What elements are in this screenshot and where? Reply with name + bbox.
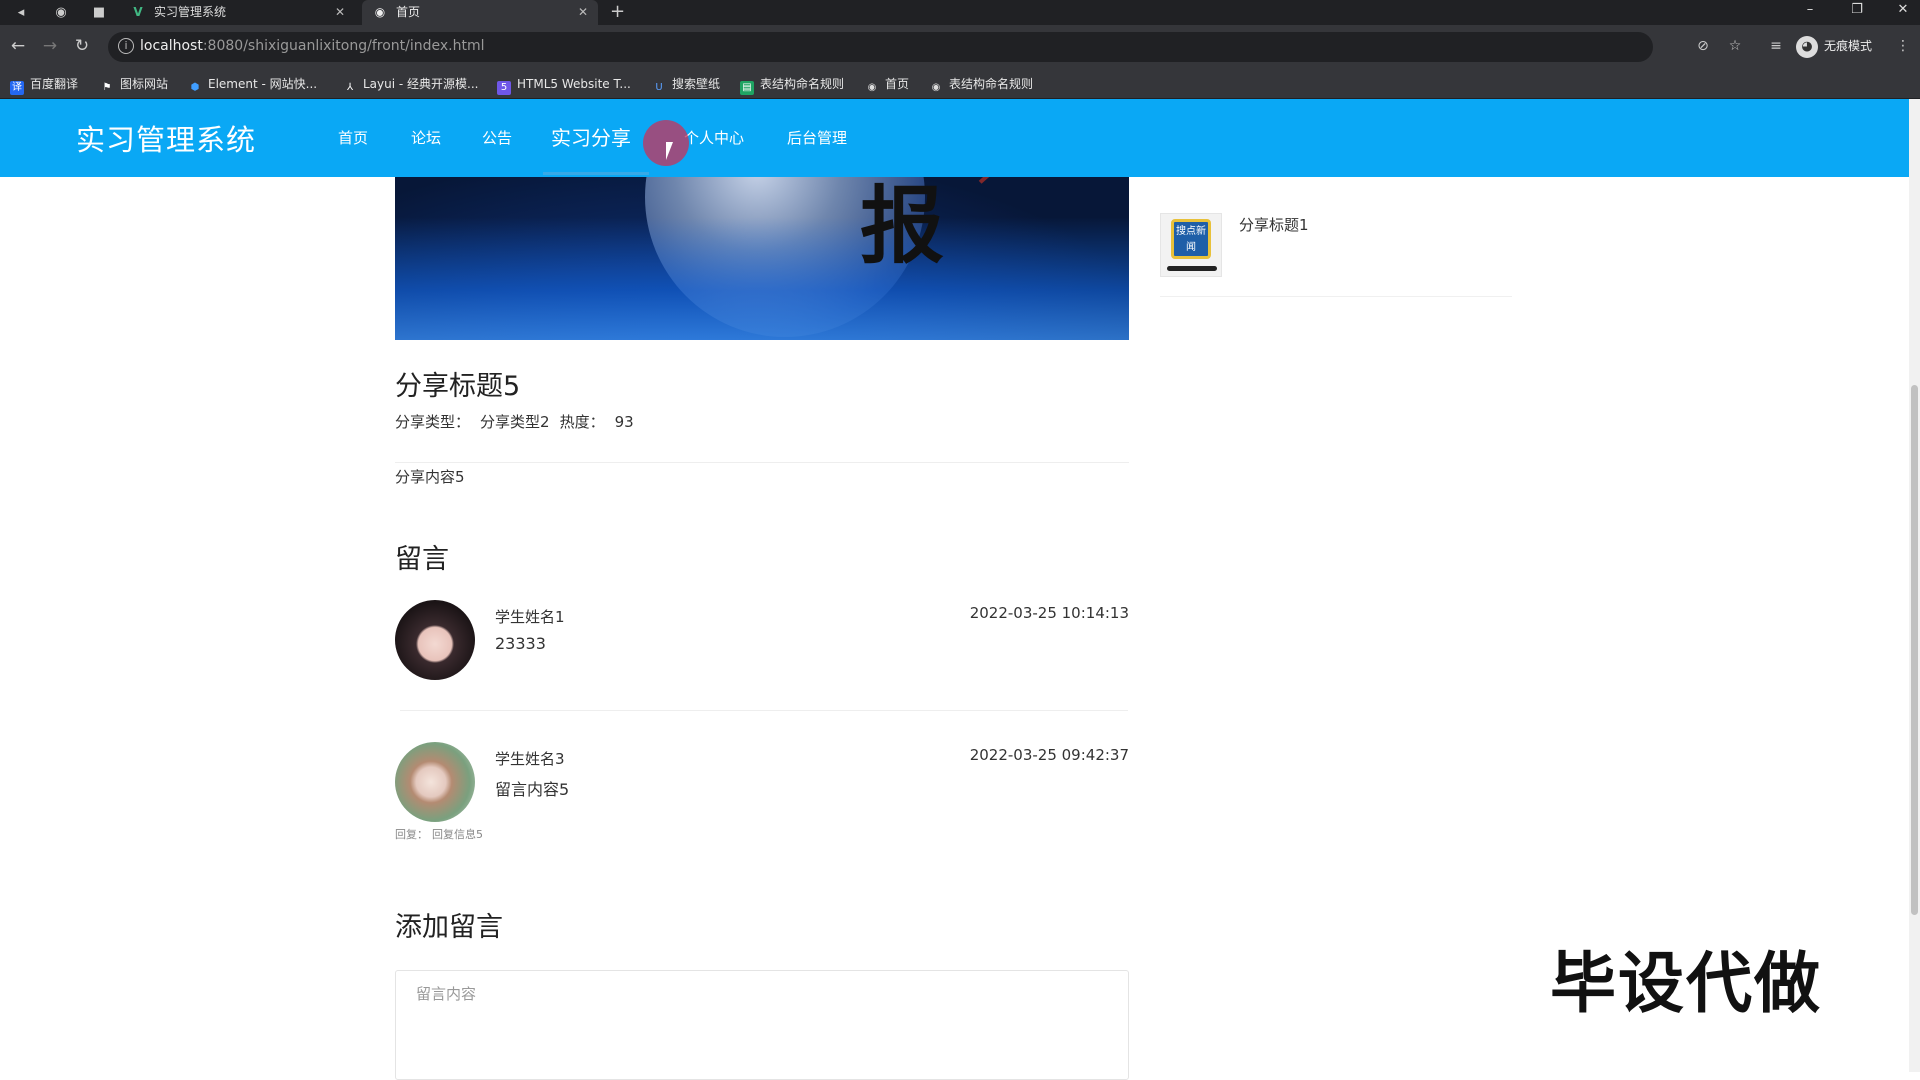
vue-logo-icon: V [133, 5, 143, 19]
nav-internship-share[interactable]: 实习分享 [551, 99, 631, 177]
post-heat-label: 热度： [559, 413, 605, 431]
comment-author: 学生姓名1 [495, 608, 565, 626]
comment-textarea[interactable]: 留言内容 [395, 970, 1129, 1080]
nav-personal-center[interactable]: 个人中心 [684, 99, 744, 177]
browser-tab-1[interactable]: V 实习管理系统 ✕ [120, 0, 355, 25]
profile-label: 无痕模式 [1824, 39, 1873, 53]
watermark-text: 毕设代做 [1550, 945, 1822, 1022]
wallpaper-icon: U [655, 82, 663, 93]
translate-icon: 译 [10, 81, 24, 95]
comment-text: 23333 [495, 634, 546, 653]
url-text: localhost:8080/shixiguanlixitong/front/i… [140, 38, 485, 54]
bookmark-item[interactable]: U 搜索壁纸 [652, 69, 720, 99]
post-type-label: 分享类型： [395, 413, 471, 431]
divider [395, 462, 1129, 463]
close-icon[interactable]: ✕ [578, 0, 588, 25]
bookmark-item[interactable]: ⅄ Layui - 经典开源模... [343, 69, 479, 99]
element-icon: ⬢ [190, 82, 200, 93]
flag-icon: ⚑ [102, 82, 112, 93]
page-scrollbar[interactable] [1909, 99, 1920, 1072]
bookmark-item[interactable]: ⬢ Element - 网站快... [188, 69, 317, 99]
scrollbar-thumb[interactable] [1911, 385, 1918, 915]
comment-time: 2022-03-25 10:14:13 [969, 604, 1129, 622]
layui-icon: ⅄ [346, 82, 354, 93]
post-meta: 分享类型： 分享类型2 热度： 93 [395, 411, 644, 432]
avatar [395, 742, 475, 822]
site-header: 实习管理系统 首页 论坛 公告 实习分享 个人中心 后台管理 [0, 99, 1909, 177]
sidebar-item-thumbnail[interactable]: 搜点新闻 [1160, 213, 1222, 277]
globe-icon: ◉ [374, 5, 386, 19]
html5-icon: 5 [497, 81, 511, 95]
forward-arrow-icon[interactable]: → [39, 35, 61, 57]
nav-forum[interactable]: 论坛 [411, 99, 441, 177]
nav-active-underline [543, 172, 649, 175]
badge-stand [1167, 266, 1217, 271]
post-content: 分享内容5 [395, 468, 465, 486]
reload-icon[interactable]: ↻ [71, 35, 93, 57]
incognito-icon: ◕ [1796, 35, 1818, 58]
bookmark-item[interactable]: 译百度翻译 [10, 69, 78, 99]
back-arrow-icon[interactable]: ← [7, 35, 29, 57]
window-close-icon[interactable]: ✕ [1888, 0, 1918, 25]
site-info-icon[interactable]: i [118, 38, 134, 54]
post-heat-value: 93 [614, 413, 634, 431]
avatar [395, 600, 475, 680]
nav-notice[interactable]: 公告 [482, 99, 512, 177]
globe-icon: ◉ [867, 82, 877, 93]
post-title: 分享标题5 [395, 371, 521, 402]
address-bar-row: ← → ↻ i localhost:8080/shixiguanlixitong… [0, 25, 1920, 69]
post-type-value: 分享类型2 [480, 413, 550, 431]
reading-list-icon[interactable]: ≡ [1766, 36, 1786, 56]
divider [1160, 296, 1512, 297]
eye-off-icon[interactable]: ⊘ [1693, 36, 1713, 56]
nav-home[interactable]: 首页 [338, 99, 368, 177]
menu-kebab-icon[interactable]: ⋮ [1893, 36, 1913, 56]
bookmark-item[interactable]: ▤ 表结构命名规则 [740, 69, 844, 99]
mouse-cursor-icon [666, 142, 673, 160]
banner-character: 报 [860, 177, 945, 275]
minimize-icon[interactable]: – [1795, 0, 1825, 25]
site-logo[interactable]: 实习管理系统 [76, 117, 256, 159]
incognito-profile[interactable]: ◕ 无痕模式 [1796, 34, 1872, 58]
browser-tab-1-label: 实习管理系统 [154, 5, 227, 19]
star-icon[interactable]: ☆ [1725, 36, 1745, 56]
comment-text: 留言内容5 [495, 780, 570, 799]
comment-time: 2022-03-25 09:42:37 [969, 746, 1129, 764]
new-tab-button[interactable]: + [610, 0, 625, 25]
add-comment-title: 添加留言 [395, 912, 503, 943]
close-icon[interactable]: ✕ [335, 0, 345, 25]
mute-icon[interactable]: ◂ [6, 0, 36, 25]
comment-author: 学生姓名3 [495, 750, 565, 768]
url-input[interactable]: i localhost:8080/shixiguanlixitong/front… [108, 32, 1653, 62]
sheet-icon: ▤ [740, 81, 754, 95]
post-banner-image: 报 [395, 177, 1129, 340]
browser-tab-bar: ◂ ◉ ■ V 实习管理系统 ✕ ◉ 首页 ✕ + – ❐ ✕ [0, 0, 1920, 25]
bookmark-item[interactable]: 5 HTML5 Website T... [497, 69, 631, 99]
news-badge-icon: 搜点新闻 [1171, 219, 1211, 259]
comments-title: 留言 [395, 544, 449, 575]
bookmark-item[interactable]: ◉ 表结构命名规则 [929, 69, 1033, 99]
sidebar-item-title[interactable]: 分享标题1 [1239, 214, 1309, 235]
nav-admin[interactable]: 后台管理 [787, 99, 847, 177]
browser-tab-2-label: 首页 [396, 5, 421, 19]
restore-icon[interactable]: ❐ [1842, 0, 1872, 25]
comment-reply: 回复： 回复信息5 [395, 828, 483, 841]
divider [400, 710, 1128, 711]
bookmarks-bar: 译百度翻译 ⚑ 图标网站 ⬢ Element - 网站快... ⅄ Layui - 经… [0, 69, 1920, 99]
pinned-window-icon[interactable]: ■ [84, 0, 114, 25]
pinned-globe-icon[interactable]: ◉ [46, 0, 76, 25]
bookmark-item[interactable]: ⚑ 图标网站 [100, 69, 169, 99]
globe-icon: ◉ [931, 82, 941, 93]
bookmark-item[interactable]: ◉ 首页 [865, 69, 909, 99]
browser-tab-2[interactable]: ◉ 首页 ✕ [362, 0, 598, 25]
